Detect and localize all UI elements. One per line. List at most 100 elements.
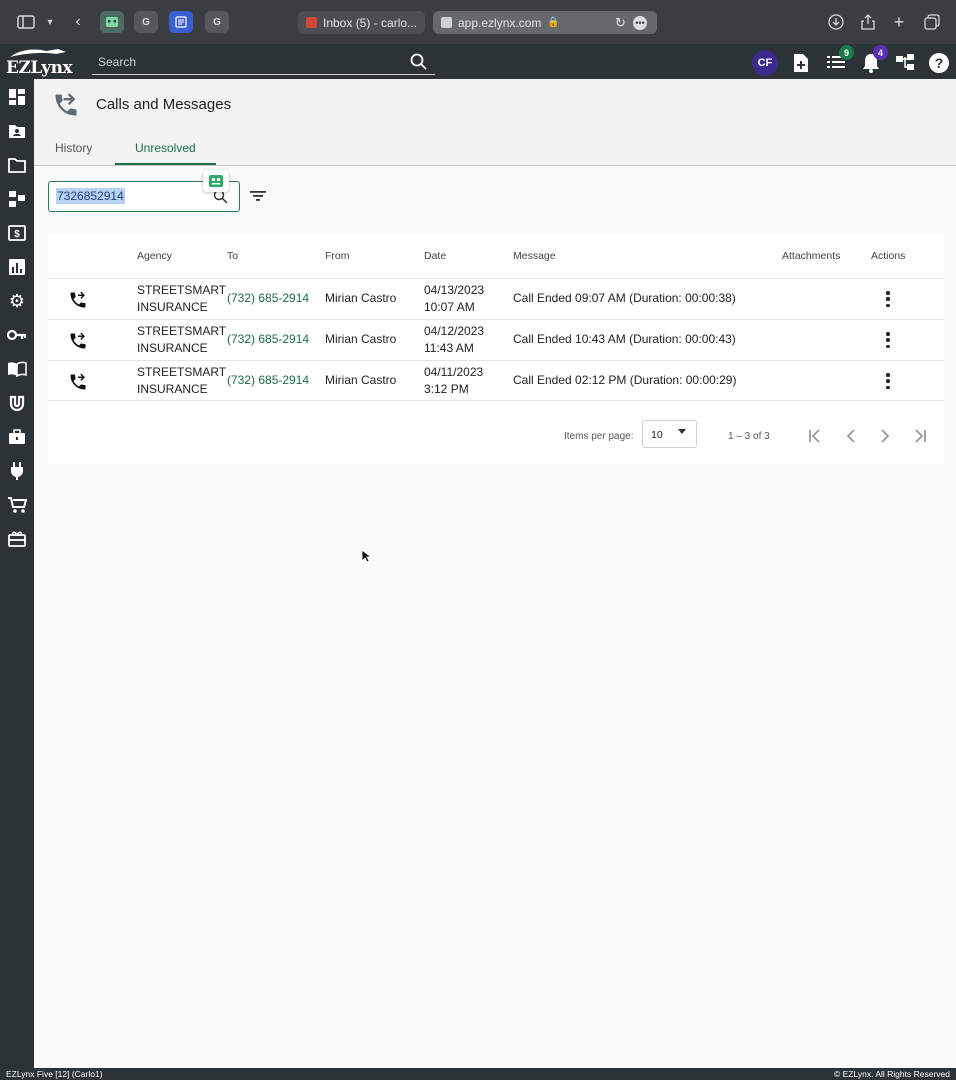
date-cell: 04/11/2023 3:12 PM [424,365,484,396]
table-row[interactable]: STREETSMART INSURANCE (732) 685-2914 Miri… [48,319,944,360]
from-cell: Mirian Castro [325,291,397,305]
agency-cell: STREETSMART INSURANCE [137,365,227,396]
dashboard-icon[interactable] [7,87,27,107]
tab-gmail[interactable]: Inbox (5) - carlo... [298,11,425,34]
message-cell: Call Ended 10:43 AM (Duration: 00:00:43) [513,332,736,346]
calls-table: Agency To From Date Message Attachments … [48,234,944,464]
col-date[interactable]: Date [424,250,446,262]
to-phone-link[interactable]: (732) 685-2914 [227,331,309,348]
from-cell: Mirian Castro [325,373,397,387]
tab-ezlynx-label: app.ezlynx.com [458,15,542,30]
filter-search-icon[interactable] [213,189,228,209]
contacts-icon[interactable] [7,121,27,141]
to-phone-link[interactable]: (732) 685-2914 [227,290,309,307]
tab-history[interactable]: History [55,141,92,155]
row-actions-menu-icon[interactable] [886,291,890,307]
filter-list-icon[interactable] [249,189,267,208]
favicon-g-1[interactable]: G [134,11,158,33]
next-page-icon[interactable] [875,426,895,446]
col-agency[interactable]: Agency [137,250,172,262]
filter-input-value[interactable]: 7326852914 [56,188,125,204]
svg-text:$: $ [14,229,20,240]
briefcase-icon[interactable] [7,427,27,447]
tab-unresolved[interactable]: Unresolved [135,141,196,155]
gift-card-icon[interactable] [7,529,27,549]
agency-cell: STREETSMART INSURANCE [137,324,227,355]
col-to[interactable]: To [227,250,238,262]
active-tab-indicator [115,163,216,165]
items-per-page-value: 10 [651,429,663,441]
row-actions-menu-icon[interactable] [886,332,890,348]
previous-page-icon[interactable] [841,426,861,446]
search-input[interactable] [92,51,402,73]
status-bar: EZLynx Five [12] (Carlo1) © EZLynx. All … [0,1068,956,1080]
magnet-icon[interactable] [7,393,27,413]
tab-overview-icon[interactable] [922,12,942,32]
settings-gear-icon[interactable]: ⚙ [7,291,27,311]
avatar-initials: CF [757,57,773,69]
sidebar-toggle-icon[interactable] [16,12,36,32]
user-avatar[interactable]: CF [752,50,778,76]
items-per-page-select[interactable]: 10 [642,420,697,448]
plug-icon[interactable] [7,461,27,481]
ezlynx-logo[interactable]: EZLynx [6,48,73,78]
outgoing-call-icon [68,372,88,397]
notifications-badge: 4 [873,45,888,60]
date-cell: 04/12/2023 11:43 AM [424,324,485,355]
date-cell: 04/13/2023 10:07 AM [424,283,485,314]
items-per-page-label: Items per page: [564,431,634,442]
main-content: Calls and Messages History Unresolved 73… [34,79,956,1068]
docs-icon[interactable] [169,11,193,33]
outgoing-call-icon [68,290,88,315]
close-tab-icon[interactable] [441,17,452,28]
logo-text: EZLynx [6,58,73,78]
mouse-cursor-icon [361,549,373,568]
page-title: Calls and Messages [96,96,232,113]
new-tab-icon[interactable]: + [889,12,909,32]
folder-icon[interactable] [7,155,27,175]
row-actions-menu-icon[interactable] [886,373,890,389]
more-icon[interactable]: ••• [633,15,647,30]
outgoing-call-icon [68,331,88,356]
page-header: Calls and Messages History Unresolved [34,79,956,166]
back-icon[interactable]: ‹ [68,12,88,32]
page-range-label: 1 – 3 of 3 [728,431,770,442]
status-right: © EZLynx. All Rights Reserved [833,1069,950,1079]
status-left: EZLynx Five [12] (Carlo1) [6,1069,103,1079]
favicon-g-2[interactable]: G [205,11,229,33]
search-icon[interactable] [410,53,427,75]
table-row[interactable]: STREETSMART INSURANCE (732) 685-2914 Miri… [48,278,944,319]
col-from[interactable]: From [325,250,350,262]
to-phone-link[interactable]: (732) 685-2914 [227,372,309,389]
col-message[interactable]: Message [513,250,556,262]
org-chart-icon[interactable] [896,54,914,70]
share-icon[interactable] [858,12,878,32]
browser-toolbar: ▾ ‹ G G Inbox (5) - carlo... app.ezlynx.… [0,0,956,44]
table-row[interactable]: STREETSMART INSURANCE (732) 685-2914 Miri… [48,360,944,401]
lock-icon: 🔒 [547,17,560,28]
first-page-icon[interactable] [806,426,826,446]
workflow-icon[interactable] [7,189,27,209]
billing-icon[interactable]: $ [7,223,27,243]
help-icon[interactable]: ? [929,53,949,73]
book-icon[interactable] [7,359,27,379]
col-actions: Actions [871,250,906,262]
message-cell: Call Ended 02:12 PM (Duration: 00:00:29) [513,373,737,387]
paginator: Items per page: 10 1 – 3 of 3 [48,420,944,454]
tab-ezlynx[interactable]: app.ezlynx.com 🔒 ↻ ••• [433,11,657,34]
message-cell: Call Ended 09:07 AM (Duration: 00:00:38) [513,291,736,305]
col-attachments: Attachments [782,250,841,262]
cart-icon[interactable] [7,495,27,515]
new-document-icon[interactable] [792,53,810,73]
phone-forward-icon [52,91,80,124]
download-icon[interactable] [826,12,846,32]
key-icon[interactable] [7,325,27,345]
dropdown-arrow-icon [678,429,686,434]
extension-overlay-icon[interactable] [203,170,229,192]
reports-icon[interactable] [7,257,27,277]
extension-bot-icon[interactable] [100,11,124,33]
reload-icon[interactable]: ↻ [615,15,626,31]
chevron-down-icon[interactable]: ▾ [40,12,60,32]
global-search [92,51,435,75]
last-page-icon[interactable] [909,426,929,446]
